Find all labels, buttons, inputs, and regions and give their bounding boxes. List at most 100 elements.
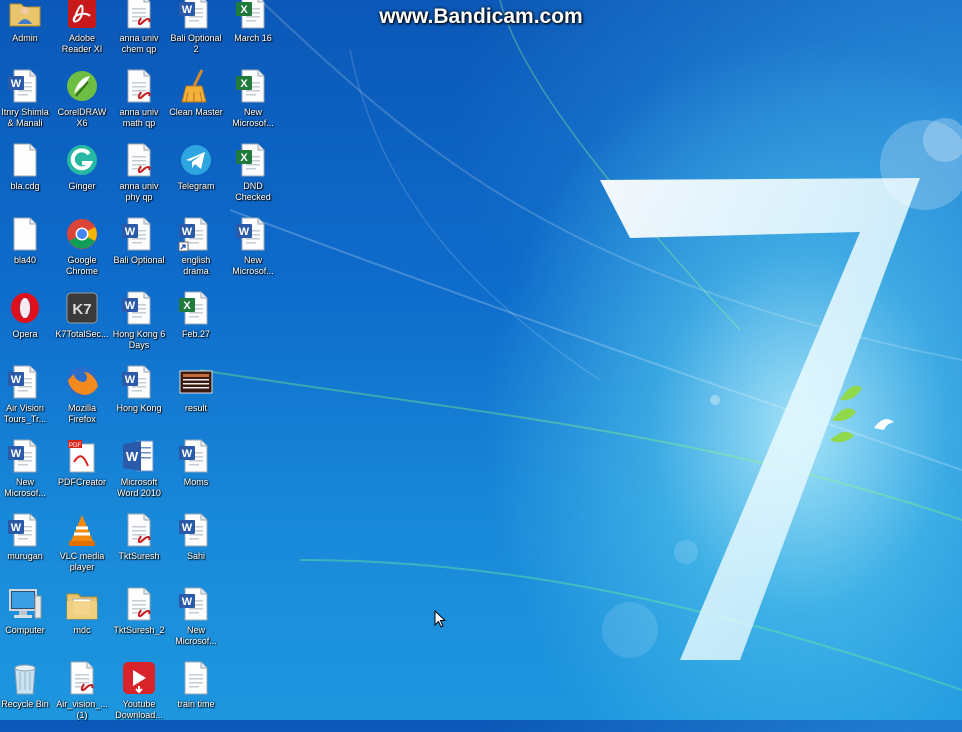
desktop-icon-label: New Microsof... [175, 625, 217, 646]
desktop-icon-label: New Microsof... [232, 107, 274, 128]
desktop-icon-label: Recycle Bin [1, 699, 49, 709]
desktop-icon[interactable]: Admin [0, 0, 54, 66]
desktop-icon[interactable]: Opera [0, 288, 54, 362]
svg-text:W: W [11, 78, 22, 90]
blank-file-icon [13, 217, 37, 251]
svg-text:W: W [182, 448, 193, 460]
desktop-icon[interactable]: W Sahi [167, 510, 225, 584]
computer-icon [9, 589, 42, 619]
desktop-icon[interactable]: Computer [0, 584, 54, 658]
k7-icon: K7 [66, 292, 98, 324]
desktop-icon[interactable]: W New Microsof... [0, 436, 54, 510]
chrome-icon [67, 219, 97, 249]
desktop-icon-label: TktSuresh [118, 551, 160, 561]
desktop-icon[interactable]: Wmurugan [0, 510, 54, 584]
desktop-icon[interactable]: Mozilla Firefox [53, 362, 111, 436]
desktop-icon[interactable]: Clean Master [167, 66, 225, 140]
svg-text:K7: K7 [72, 301, 91, 318]
desktop-icon-label: Itnry Shimla & Manali [1, 107, 49, 128]
desktop-icon[interactable]: VLC media player [53, 510, 111, 584]
image-file-icon [179, 370, 213, 394]
desktop-icon[interactable]: W Air Vision Tours_Tr... [0, 362, 54, 436]
desktop-icon[interactable]: Google Chrome [53, 214, 111, 288]
desktop-icon[interactable]: anna univ chem qp [110, 0, 168, 66]
desktop-icon[interactable]: X New Microsof... [224, 66, 282, 140]
desktop[interactable]: www.Bandicam.com Admin Adobe Reader XI ann… [0, 0, 962, 720]
desktop-icon[interactable]: W Bali Optional [110, 214, 168, 288]
svg-text:W: W [182, 596, 193, 608]
desktop-icon-label: result [184, 403, 207, 413]
svg-text:W: W [125, 300, 136, 312]
opera-icon [11, 293, 39, 323]
word-document-icon: W [8, 69, 37, 103]
desktop-icon-label: anna univ phy qp [119, 181, 159, 202]
pdfcreator-icon: PDF [68, 440, 95, 473]
desktop-icon-label: anna univ math qp [119, 107, 159, 128]
pdf-document-icon [127, 143, 151, 177]
desktop-icon-label: Feb.27 [181, 329, 211, 339]
svg-text:W: W [239, 226, 250, 238]
svg-text:W: W [182, 4, 193, 16]
svg-text:W: W [125, 226, 136, 238]
desktop-icon[interactable]: bla40 [0, 214, 54, 288]
desktop-icon-label: New Microsof... [4, 477, 46, 498]
desktop-icon[interactable]: W Hong Kong [110, 362, 168, 436]
word-shortcut-icon: W [178, 217, 208, 252]
desktop-icon[interactable]: W Hong Kong 6 Days [110, 288, 168, 362]
pdf-document-icon [127, 513, 151, 547]
desktop-icon[interactable]: W Bali Optional 2 [167, 0, 225, 66]
desktop-icon-label: VLC media player [59, 551, 105, 572]
mouse-cursor-icon [434, 610, 446, 628]
desktop-icon[interactable]: W Microsoft Word 2010 [110, 436, 168, 510]
desktop-icon[interactable]: Telegram [167, 140, 225, 214]
desktop-icon-label: murugan [7, 551, 43, 561]
word-document-icon: W [122, 291, 151, 325]
desktop-icon[interactable]: X Feb.27 [167, 288, 225, 362]
svg-text:X: X [240, 4, 248, 16]
word-document-icon: W [236, 217, 265, 251]
desktop-icon[interactable]: mdc [53, 584, 111, 658]
telegram-icon [181, 145, 211, 175]
word-document-icon: W [179, 587, 208, 621]
vlc-icon [69, 515, 95, 546]
desktop-icon-label: Youtube Download... [115, 699, 163, 720]
desktop-icon[interactable]: X DND Checked [224, 140, 282, 214]
desktop-icon-label: Moms [183, 477, 209, 487]
adobe-reader-icon [68, 0, 96, 28]
desktop-icon[interactable]: Wenglish drama [167, 214, 225, 288]
pdf-document-icon [70, 661, 94, 695]
word-document-icon: W [8, 365, 37, 399]
desktop-icon-label: bla40 [13, 255, 37, 265]
desktop-icon[interactable]: K7 K7TotalSec... [53, 288, 111, 362]
desktop-icon[interactable]: bla.cdg [0, 140, 54, 214]
svg-text:W: W [11, 448, 22, 460]
desktop-icon[interactable]: X March 16 [224, 0, 282, 66]
desktop-icon[interactable]: anna univ phy qp [110, 140, 168, 214]
desktop-icon[interactable]: PDF PDFCreator [53, 436, 111, 510]
desktop-icon-label: Sahi [186, 551, 205, 561]
desktop-icon[interactable]: CorelDRAW X6 [53, 66, 111, 140]
desktop-icon-label: Computer [5, 625, 45, 635]
word-document-icon: W [8, 513, 37, 547]
desktop-icon[interactable]: W New Microsof... [167, 584, 225, 658]
desktop-icon[interactable]: Recycle Bin [0, 658, 54, 732]
excel-document-icon: X [236, 143, 265, 177]
desktop-icon-label: K7TotalSec... [55, 329, 109, 339]
pdf-document-icon [127, 587, 151, 621]
pdf-document-icon [127, 69, 151, 103]
desktop-icon[interactable]: Ginger [53, 140, 111, 214]
desktop-icon[interactable]: Adobe Reader XI [53, 0, 111, 66]
desktop-icon[interactable]: W Moms [167, 436, 225, 510]
desktop-icon[interactable]: result [167, 362, 225, 436]
desktop-icon[interactable]: W Itnry Shimla & Manali [0, 66, 54, 140]
desktop-icon[interactable]: W New Microsof... [224, 214, 282, 288]
desktop-icon[interactable]: Air_vision_... (1) [53, 658, 111, 732]
desktop-icon[interactable]: train time [167, 658, 225, 732]
desktop-icon[interactable]: anna univ math qp [110, 66, 168, 140]
word-app-icon: W [123, 440, 154, 472]
desktop-icon-label: Bali Optional 2 [170, 33, 222, 54]
desktop-icon[interactable]: TktSuresh [110, 510, 168, 584]
desktop-icon-label: Clean Master [169, 107, 223, 117]
desktop-icon[interactable]: Youtube Download... [110, 658, 168, 732]
desktop-icon[interactable]: TktSuresh_2 [110, 584, 168, 658]
